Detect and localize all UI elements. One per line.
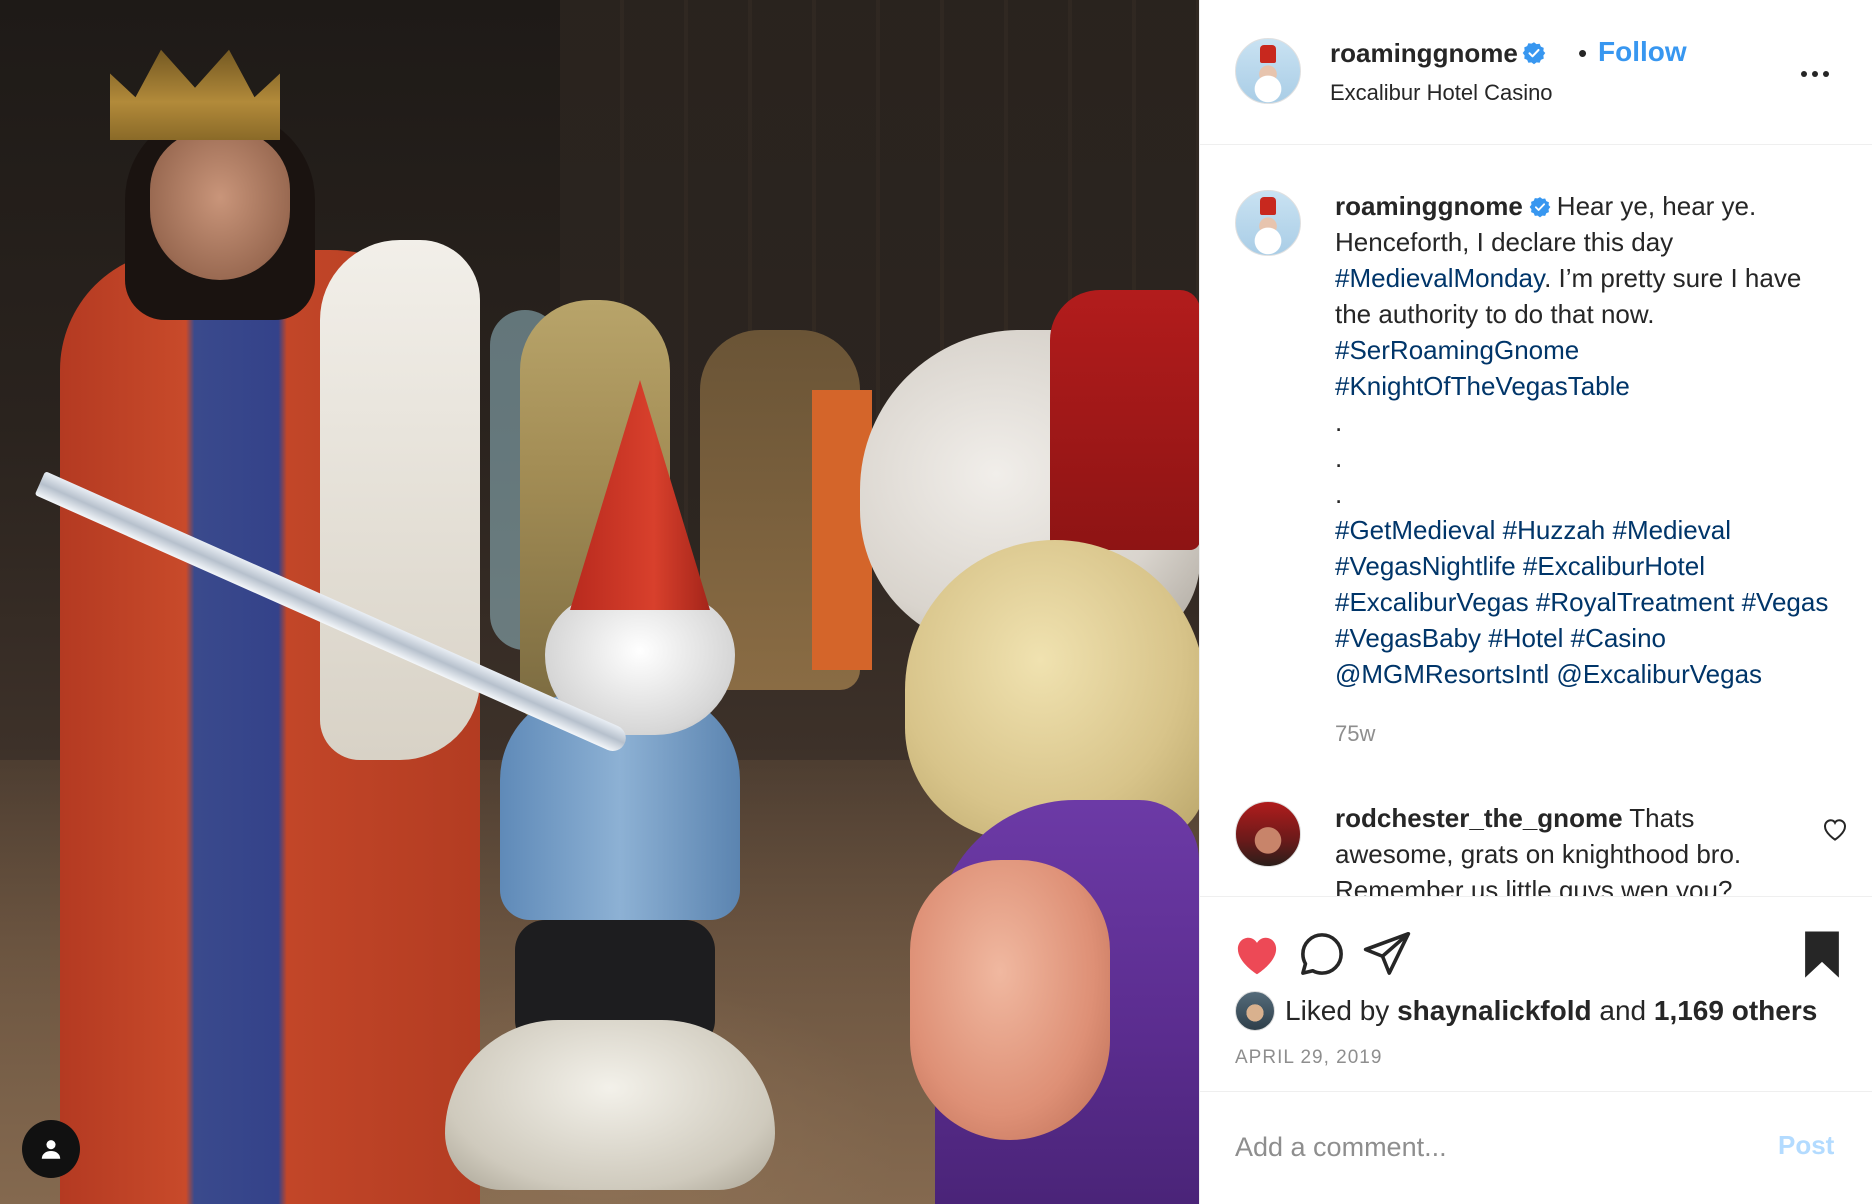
hashtag-medievalmonday[interactable]: #MedievalMonday [1335,263,1544,293]
photo-king-head [150,130,290,280]
post-date[interactable]: APRIL 29, 2019 [1235,1047,1382,1069]
comment-body: rodchester_the_gnome Thats awesome, grat… [1335,800,1765,896]
more-dot [1801,71,1807,77]
post-photo[interactable] [0,0,1199,1204]
comments-scroll-area[interactable]: roaminggnome Hear ye, hear ye. Hencefort… [1200,146,1872,896]
heart-icon[interactable] [1230,927,1284,981]
share-icon[interactable] [1360,927,1414,981]
liker-avatar[interactable] [1235,991,1275,1031]
liked-by-prefix: Liked by [1285,995,1390,1026]
more-options-icon[interactable] [1790,52,1840,96]
author-username[interactable]: roaminggnome [1330,38,1518,68]
commenter-username[interactable]: rodchester_the_gnome [1335,803,1623,833]
post-header: roaminggnome • Follow Excalibur Hotel Ca… [1200,0,1872,145]
add-comment-bar: Post [1200,1091,1872,1204]
commenter-avatar[interactable] [1235,801,1301,867]
comment-input[interactable] [1235,1122,1755,1172]
liked-by-others[interactable]: 1,169 others [1654,995,1817,1027]
caption-username[interactable]: roaminggnome [1335,191,1523,221]
verified-badge-icon [1522,42,1546,65]
liked-by-and: and [1599,995,1647,1026]
verified-badge-icon [1529,197,1551,218]
header-separator: • [1578,38,1588,68]
caption-author-avatar[interactable] [1235,190,1301,256]
liked-by-user[interactable]: shaynalickfold [1397,995,1592,1027]
caption-dot: . [1335,479,1343,509]
post-caption: roaminggnome Hear ye, hear ye. Hencefort… [1335,188,1835,692]
hashtag-knightofthevegastable[interactable]: #KnightOfTheVegasTable [1335,371,1630,401]
location-link[interactable]: Excalibur Hotel Casino [1330,80,1553,106]
photo-gnome-base [445,1020,775,1190]
author-username-link[interactable]: roaminggnome [1330,38,1546,69]
caption-dot: . [1335,407,1343,437]
post-side-panel: roaminggnome • Follow Excalibur Hotel Ca… [1199,0,1872,1204]
post-time-ago: 75w [1335,721,1376,746]
photo-jester-face [910,860,1110,1140]
comment-heart-icon[interactable] [1820,814,1850,844]
more-dot [1812,71,1818,77]
liked-by-row: Liked by shaynalickfold and 1,169 others [1235,989,1817,1033]
author-avatar[interactable] [1235,38,1301,104]
more-dot [1823,71,1829,77]
post-comment-button[interactable]: Post [1778,1130,1834,1161]
user-icon [41,1140,61,1159]
photo-red-rider [1050,290,1199,550]
hashtag-serroaminggnome[interactable]: #SerRoamingGnome [1335,335,1579,365]
tagged-users-button[interactable] [22,1120,80,1178]
follow-button[interactable]: Follow [1598,36,1687,68]
bookmark-icon[interactable] [1795,927,1849,981]
caption-dot: . [1335,443,1343,473]
hashtag-block[interactable]: #GetMedieval #Huzzah #Medieval #VegasNig… [1335,515,1828,689]
photo-crown [110,49,280,140]
post-actions: Liked by shaynalickfold and 1,169 others… [1200,896,1872,1204]
photo-jester-hat [905,540,1199,840]
comment-icon[interactable] [1295,927,1349,981]
